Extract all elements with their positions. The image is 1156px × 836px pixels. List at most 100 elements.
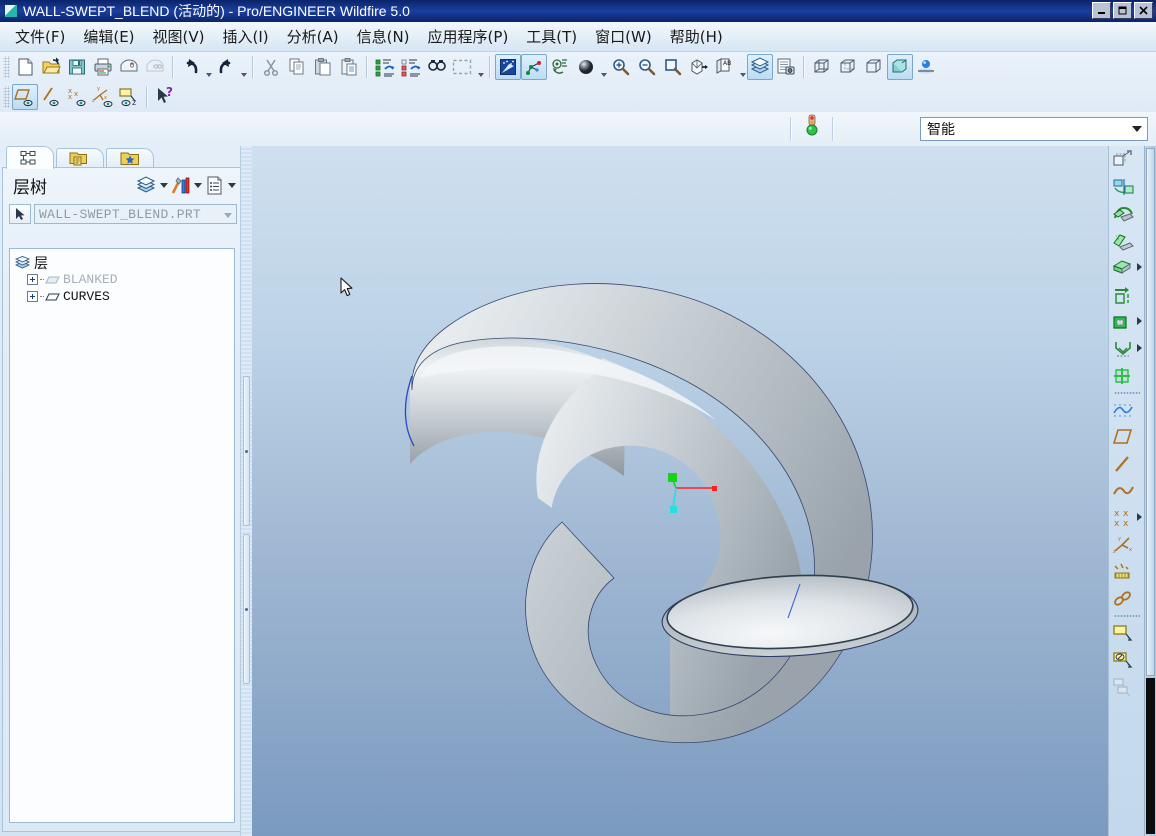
shading-icon[interactable] <box>887 54 913 80</box>
layers-dropdown-arrow[interactable] <box>159 174 169 196</box>
thicken-tool[interactable] <box>1109 254 1145 281</box>
expand-icon[interactable] <box>27 274 38 285</box>
undo-icon[interactable] <box>178 54 204 80</box>
spin-center-icon[interactable] <box>521 54 547 80</box>
menu-window[interactable]: 窗口(W) <box>586 24 661 49</box>
selection-box-icon[interactable] <box>450 54 476 80</box>
menu-applications[interactable]: 应用程序(P) <box>419 24 518 49</box>
minimize-button[interactable] <box>1092 2 1111 19</box>
datum-display-icon[interactable] <box>913 54 939 80</box>
maximize-button[interactable] <box>1113 2 1132 19</box>
flyout-arrow[interactable] <box>1137 513 1142 521</box>
menu-file[interactable]: 文件(F) <box>6 24 74 49</box>
close-button[interactable] <box>1134 2 1153 19</box>
settings-dropdown-arrow[interactable] <box>193 174 203 196</box>
round-tool[interactable] <box>1109 362 1145 389</box>
blend-tool[interactable] <box>1109 227 1145 254</box>
menu-tools[interactable]: 工具(T) <box>517 24 586 49</box>
layer-tree[interactable]: 层 BLANKED CURVES <box>9 248 235 823</box>
tab-favorites[interactable] <box>106 148 154 169</box>
datum-point-tool[interactable]: xxxx <box>1109 504 1145 531</box>
flyout-arrow[interactable] <box>1137 317 1142 325</box>
settings-button[interactable] <box>169 173 193 197</box>
hole-tool[interactable] <box>1109 281 1145 308</box>
tree-root-node[interactable]: 层 <box>14 254 230 271</box>
regenerate-manual-icon[interactable] <box>398 54 424 80</box>
annotation-display-icon[interactable]: z <box>116 84 142 110</box>
annotation-dropdown-arrow[interactable] <box>738 53 747 82</box>
scrollbar-track[interactable] <box>1146 678 1155 834</box>
datum-axis-display-icon[interactable] <box>38 84 64 110</box>
no-hidden-icon[interactable] <box>861 54 887 80</box>
copy-icon[interactable] <box>284 54 310 80</box>
tab-model-tree[interactable] <box>6 146 54 169</box>
selection-filter-combo[interactable]: 智能 <box>920 117 1148 141</box>
new-file-icon[interactable] <box>12 54 38 80</box>
datum-csys-display-icon[interactable]: yzx <box>90 84 116 110</box>
menu-edit[interactable]: 编辑(E) <box>74 24 143 49</box>
cut-icon[interactable] <box>258 54 284 80</box>
splitter-handle-lower[interactable] <box>243 534 250 684</box>
object-selector-combo[interactable]: WALL-SWEPT_BLEND.PRT <box>34 204 237 224</box>
datum-plane-display-icon[interactable] <box>12 84 38 110</box>
layer-icon[interactable] <box>747 54 773 80</box>
shell-tool[interactable] <box>1109 308 1145 335</box>
datum-csys-tool[interactable]: yzx <box>1109 531 1145 558</box>
flyout-arrow[interactable] <box>1137 344 1142 352</box>
save-icon[interactable] <box>64 54 90 80</box>
scrollbar-thumb[interactable] <box>1146 148 1155 676</box>
annotation-note-tool[interactable] <box>1109 619 1145 646</box>
extrude-tool[interactable] <box>1109 146 1145 173</box>
toolbar-grip[interactable] <box>3 86 10 108</box>
chevron-down-icon[interactable] <box>1132 126 1142 132</box>
refit-icon[interactable] <box>660 54 686 80</box>
tree-node-curves[interactable]: CURVES <box>14 288 230 305</box>
toolbar-grip[interactable] <box>3 56 10 78</box>
expand-icon[interactable] <box>27 291 38 302</box>
datum-point-display-icon[interactable]: xxx <box>64 84 90 110</box>
show-dropdown-arrow[interactable] <box>227 174 237 196</box>
open-folder-icon[interactable] <box>38 54 64 80</box>
find-icon[interactable] <box>424 54 450 80</box>
splitter-handle-upper[interactable] <box>243 376 250 526</box>
paste-icon[interactable] <box>310 54 336 80</box>
paste-special-icon[interactable] <box>336 54 362 80</box>
shading-dropdown-arrow[interactable] <box>599 53 608 82</box>
menu-insert[interactable]: 插入(I) <box>214 24 278 49</box>
menu-info[interactable]: 信息(N) <box>348 24 419 49</box>
arrow-select-icon[interactable] <box>9 204 31 224</box>
zoom-in-icon[interactable] <box>608 54 634 80</box>
redo-dropdown-arrow[interactable] <box>239 53 248 82</box>
print-icon[interactable] <box>90 54 116 80</box>
layers-button[interactable] <box>135 173 159 197</box>
datum-curve-tool[interactable] <box>1109 477 1145 504</box>
orientation-icon[interactable] <box>547 54 573 80</box>
sweep-tool[interactable] <box>1109 200 1145 227</box>
wireframe-icon[interactable] <box>809 54 835 80</box>
help-pointer-icon[interactable]: ? <box>152 84 178 110</box>
hidden-line-icon[interactable] <box>835 54 861 80</box>
reference-tool[interactable] <box>1109 585 1145 612</box>
model-tree-snapshot-icon[interactable] <box>773 54 799 80</box>
analysis-point-tool[interactable] <box>1109 558 1145 585</box>
saved-view-icon[interactable] <box>686 54 712 80</box>
annotation-symbol-tool[interactable] <box>1109 646 1145 673</box>
undo-dropdown-arrow[interactable] <box>204 53 213 82</box>
show-button[interactable] <box>203 173 227 197</box>
zoom-out-icon[interactable] <box>634 54 660 80</box>
menu-help[interactable]: 帮助(H) <box>661 24 732 49</box>
menu-analysis[interactable]: 分析(A) <box>278 24 348 49</box>
graphics-viewport[interactable] <box>252 146 1108 836</box>
menu-view[interactable]: 视图(V) <box>144 24 214 49</box>
send-mail-icon[interactable] <box>116 54 142 80</box>
shaded-sphere-icon[interactable] <box>573 54 599 80</box>
datum-plane-tool[interactable] <box>1109 423 1145 450</box>
repaint-icon[interactable] <box>495 54 521 80</box>
redo-icon[interactable] <box>213 54 239 80</box>
datum-axis-tool[interactable] <box>1109 450 1145 477</box>
draft-tool[interactable] <box>1109 335 1145 362</box>
chevron-down-icon[interactable] <box>224 213 232 218</box>
regenerate-icon[interactable] <box>372 54 398 80</box>
annotation-icon[interactable]: AB <box>712 54 738 80</box>
selection-box-dropdown-arrow[interactable] <box>476 53 485 82</box>
